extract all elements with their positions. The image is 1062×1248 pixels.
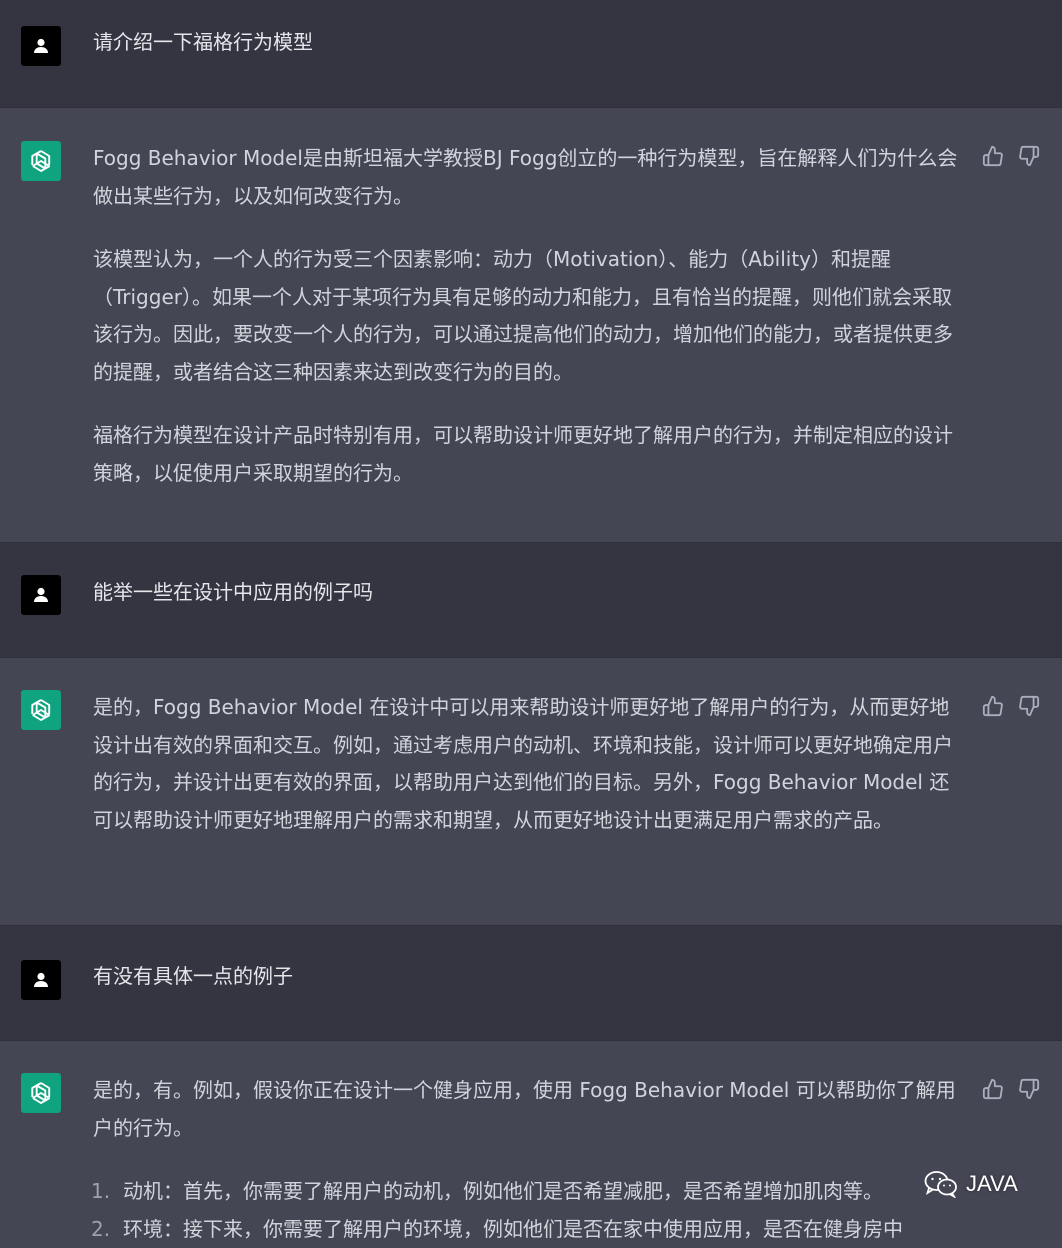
openai-logo-icon (27, 696, 55, 724)
assistant-message-text: Fogg Behavior Model是由斯坦福大学教授BJ Fogg创立的一种… (93, 140, 963, 492)
user-avatar (21, 26, 61, 66)
user-icon (32, 586, 50, 604)
assistant-avatar (21, 1073, 61, 1113)
paragraph: Fogg Behavior Model是由斯坦福大学教授BJ Fogg创立的一种… (93, 140, 963, 215)
message-user-3: 有没有具体一点的例子 (0, 926, 1062, 1040)
list-item-text: 动机：首先，你需要了解用户的动机，例如他们是否希望减肥，是否希望增加肌肉等。 (123, 1179, 883, 1203)
assistant-avatar (21, 141, 61, 181)
user-icon (32, 971, 50, 989)
paragraph: 该模型认为，一个人的行为受三个因素影响：动力（Motivation）、能力（Ab… (93, 241, 963, 391)
paragraph: 福格行为模型在设计产品时特别有用，可以帮助设计师更好地了解用户的行为，并制定相应… (93, 417, 963, 492)
user-message-text: 请介绍一下福格行为模型 (93, 24, 963, 62)
watermark-label: JAVA (966, 1171, 1018, 1197)
assistant-avatar (21, 690, 61, 730)
thumbs-down-icon[interactable] (1018, 1078, 1040, 1100)
message-user-2: 能举一些在设计中应用的例子吗 (0, 543, 1062, 657)
message-assistant-3: 是的，有。例如，假设你正在设计一个健身应用，使用 Fogg Behavior M… (0, 1041, 1062, 1232)
feedback-buttons (982, 695, 1040, 717)
thumbs-up-icon[interactable] (982, 145, 1004, 167)
paragraph: 是的，有。例如，假设你正在设计一个健身应用，使用 Fogg Behavior M… (93, 1072, 963, 1147)
user-avatar (21, 575, 61, 615)
openai-logo-icon (27, 1079, 55, 1107)
user-message-text: 能举一些在设计中应用的例子吗 (93, 574, 963, 612)
list-item: 1. 动机：首先，你需要了解用户的动机，例如他们是否希望减肥，是否希望增加肌肉等。 (93, 1173, 963, 1211)
wechat-watermark: JAVA (924, 1170, 1018, 1198)
list-number: 1. (91, 1173, 110, 1211)
numbered-list: 1. 动机：首先，你需要了解用户的动机，例如他们是否希望减肥，是否希望增加肌肉等。… (93, 1173, 963, 1248)
thumbs-up-icon[interactable] (982, 1078, 1004, 1100)
message-user-1: 请介绍一下福格行为模型 (0, 0, 1062, 107)
message-assistant-1: Fogg Behavior Model是由斯坦福大学教授BJ Fogg创立的一种… (0, 108, 1062, 542)
list-item-text: 环境：接下来，你需要了解用户的环境，例如他们是否在家中使用应用，是否在健身房中 (123, 1217, 903, 1241)
user-avatar (21, 960, 61, 1000)
thumbs-down-icon[interactable] (1018, 695, 1040, 717)
wechat-icon (924, 1170, 958, 1198)
message-assistant-2: 是的，Fogg Behavior Model 在设计中可以用来帮助设计师更好地了… (0, 658, 1062, 925)
list-number: 2. (91, 1211, 110, 1248)
thumbs-up-icon[interactable] (982, 695, 1004, 717)
feedback-buttons (982, 145, 1040, 167)
paragraph: 是的，Fogg Behavior Model 在设计中可以用来帮助设计师更好地了… (93, 689, 963, 839)
assistant-message-text: 是的，Fogg Behavior Model 在设计中可以用来帮助设计师更好地了… (93, 689, 963, 839)
assistant-message-text: 是的，有。例如，假设你正在设计一个健身应用，使用 Fogg Behavior M… (93, 1072, 963, 1248)
openai-logo-icon (27, 147, 55, 175)
user-message-text: 有没有具体一点的例子 (93, 958, 963, 996)
feedback-buttons (982, 1078, 1040, 1100)
user-icon (32, 37, 50, 55)
list-item: 2. 环境：接下来，你需要了解用户的环境，例如他们是否在家中使用应用，是否在健身房… (93, 1211, 963, 1248)
thumbs-down-icon[interactable] (1018, 145, 1040, 167)
